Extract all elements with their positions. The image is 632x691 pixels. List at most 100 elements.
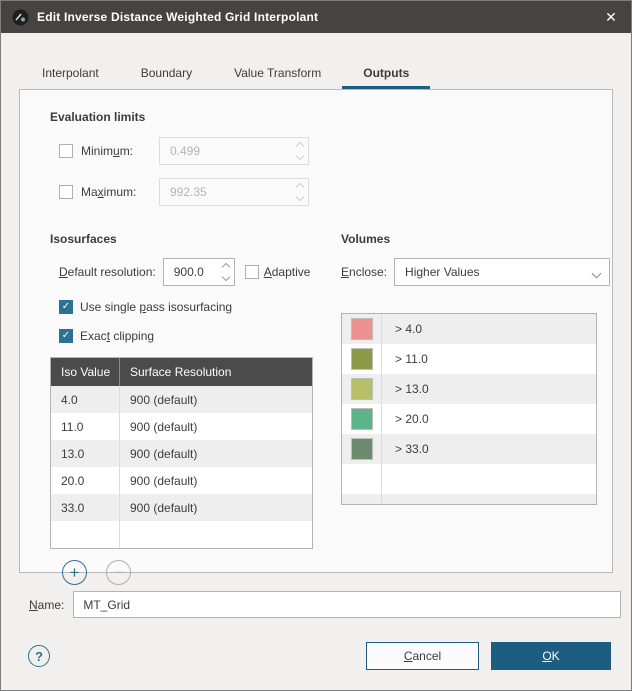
swatch-cell — [342, 314, 382, 344]
iso-value-cell: 11.0 — [51, 413, 120, 440]
default-resolution-spinbox[interactable]: 900.0 — [163, 258, 235, 286]
default-resolution-row: Default resolution: 900.0 Adaptive — [59, 258, 343, 286]
tab-outputs[interactable]: Outputs — [342, 60, 430, 89]
name-input[interactable] — [73, 591, 621, 618]
chevron-down-icon — [593, 270, 600, 277]
iso-value-table: Iso Value Surface Resolution 4.0900 (def… — [50, 357, 313, 549]
single-pass-row: ✓ Use single pass isosurfacing — [59, 299, 343, 315]
maximum-row: Maximum: 992.35 — [59, 178, 612, 206]
default-resolution-label: Default resolution: — [59, 265, 156, 279]
maximum-spinner-arrows[interactable] — [297, 179, 303, 205]
swatch-cell — [342, 374, 382, 404]
volume-empty-row — [342, 494, 596, 505]
single-pass-checkbox[interactable]: ✓ — [59, 300, 73, 314]
maximum-value: 992.35 — [170, 185, 207, 199]
iso-value-cell — [51, 548, 120, 549]
single-pass-label: Use single pass isosurfacing — [80, 300, 232, 314]
isosurfaces-section: Isosurfaces Default resolution: 900.0 Ad… — [50, 212, 343, 585]
iso-table-empty-row — [51, 548, 312, 549]
maximum-label: Maximum: — [81, 185, 159, 199]
volume-threshold-label: > 4.0 — [382, 322, 422, 336]
surface-resolution-column-header: Surface Resolution — [120, 365, 231, 379]
volume-row[interactable]: > 13.0 — [342, 374, 596, 404]
enclose-select[interactable]: Higher Values — [394, 258, 610, 286]
exact-clipping-checkbox[interactable]: ✓ — [59, 329, 73, 343]
tab-bar: InterpolantBoundaryValue TransformOutput… — [21, 60, 631, 89]
color-swatch[interactable] — [351, 438, 373, 460]
close-icon[interactable]: ✕ — [591, 1, 631, 33]
maximum-checkbox[interactable] — [59, 185, 73, 199]
color-swatch[interactable] — [351, 348, 373, 370]
volume-empty-row — [342, 464, 596, 494]
iso-table-row[interactable]: 20.0900 (default) — [51, 467, 312, 494]
ok-button[interactable]: OK — [491, 642, 611, 670]
isosurfaces-heading: Isosurfaces — [50, 232, 343, 246]
iso-value-cell: 13.0 — [51, 440, 120, 467]
iso-table-row[interactable]: 13.0900 (default) — [51, 440, 312, 467]
iso-value-cell — [51, 521, 120, 548]
volume-row[interactable]: > 20.0 — [342, 404, 596, 434]
iso-table-row[interactable]: 4.0900 (default) — [51, 386, 312, 413]
volume-row[interactable]: > 11.0 — [342, 344, 596, 374]
iso-table-header: Iso Value Surface Resolution — [51, 358, 312, 386]
interpolant-app-icon — [12, 9, 29, 26]
evaluation-limits-heading: Evaluation limits — [50, 110, 612, 124]
volume-threshold-label: > 13.0 — [382, 382, 429, 396]
volumes-list: > 4.0 > 11.0 > 13.0 > 20.0 > 33.0 — [341, 313, 597, 505]
volume-threshold-label: > 33.0 — [382, 442, 429, 456]
edit-interpolant-dialog: Edit Inverse Distance Weighted Grid Inte… — [0, 0, 632, 691]
enclose-label: Enclose: — [341, 265, 387, 279]
surface-resolution-cell: 900 (default) — [120, 501, 197, 515]
volumes-heading: Volumes — [341, 232, 610, 246]
swatch-cell — [342, 464, 382, 494]
window-title: Edit Inverse Distance Weighted Grid Inte… — [37, 10, 318, 24]
iso-value-cell: 33.0 — [51, 494, 120, 521]
title-bar: Edit Inverse Distance Weighted Grid Inte… — [1, 1, 631, 33]
cancel-button[interactable]: Cancel — [366, 642, 479, 670]
minimum-spinbox[interactable]: 0.499 — [159, 137, 309, 165]
remove-iso-value-button[interactable]: − — [106, 560, 131, 585]
columns: Isosurfaces Default resolution: 900.0 Ad… — [20, 212, 612, 585]
volume-row[interactable]: > 4.0 — [342, 314, 596, 344]
default-resolution-spinner-arrows[interactable] — [223, 259, 229, 285]
swatch-cell — [342, 434, 382, 464]
exact-clipping-label: Exact clipping — [80, 329, 154, 343]
minimum-value: 0.499 — [170, 144, 200, 158]
surface-resolution-cell: 900 (default) — [120, 420, 197, 434]
surface-resolution-cell: 900 (default) — [120, 447, 197, 461]
tab-value-transform[interactable]: Value Transform — [213, 60, 342, 89]
minimum-checkbox[interactable] — [59, 144, 73, 158]
iso-table-actions: + − — [62, 560, 343, 585]
add-iso-value-button[interactable]: + — [62, 560, 87, 585]
volume-row[interactable]: > 33.0 — [342, 434, 596, 464]
minimum-spinner-arrows[interactable] — [297, 138, 303, 164]
tab-interpolant[interactable]: Interpolant — [21, 60, 120, 89]
iso-table-row[interactable]: 33.0900 (default) — [51, 494, 312, 521]
default-resolution-value: 900.0 — [174, 265, 204, 279]
minimum-row: Minimum: 0.499 — [59, 137, 612, 165]
volume-threshold-label: > 11.0 — [382, 352, 428, 366]
enclose-row: Enclose: Higher Values — [341, 258, 610, 286]
iso-table-row[interactable]: 11.0900 (default) — [51, 413, 312, 440]
swatch-cell — [342, 404, 382, 434]
iso-table-empty-row — [51, 521, 312, 548]
volumes-section: Volumes Enclose: Higher Values > 4.0 > 11… — [335, 212, 610, 585]
maximum-spinbox[interactable]: 992.35 — [159, 178, 309, 206]
color-swatch[interactable] — [351, 378, 373, 400]
tab-boundary[interactable]: Boundary — [120, 60, 213, 89]
name-row: Name: — [29, 591, 621, 618]
swatch-cell — [342, 344, 382, 374]
swatch-cell — [342, 494, 382, 505]
exact-clipping-row: ✓ Exact clipping — [59, 328, 343, 344]
iso-table-body: 4.0900 (default)11.0900 (default)13.0900… — [51, 386, 312, 549]
minimum-label: Minimum: — [81, 144, 159, 158]
color-swatch[interactable] — [351, 408, 373, 430]
name-label: Name: — [29, 598, 64, 612]
outputs-tab-panel: Evaluation limits Minimum: 0.499 Maximum… — [19, 89, 613, 573]
help-button[interactable]: ? — [28, 645, 50, 667]
adaptive-checkbox[interactable] — [245, 265, 259, 279]
adaptive-label: Adaptive — [264, 265, 311, 279]
color-swatch[interactable] — [351, 318, 373, 340]
surface-resolution-cell: 900 (default) — [120, 474, 197, 488]
button-row: ? Cancel OK — [28, 642, 611, 670]
